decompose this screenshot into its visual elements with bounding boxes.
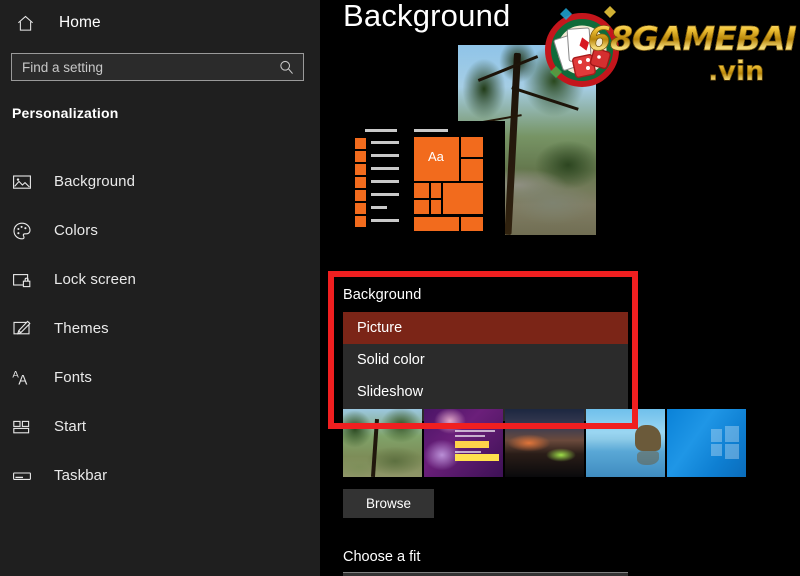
app-square	[355, 164, 366, 175]
search-placeholder: Find a setting	[22, 59, 104, 75]
start-tiles-preview: Aa	[413, 129, 493, 231]
windows-logo-pane	[725, 426, 739, 442]
home-icon	[16, 14, 46, 33]
start-tiles-icon	[12, 417, 42, 437]
sidebar-item-label: Themes	[54, 320, 109, 337]
paintbrush-icon	[12, 319, 42, 339]
sidebar-item-home[interactable]: Home	[10, 6, 210, 40]
sidebar-item-label: Start	[54, 418, 87, 435]
poster-yellow-bar	[455, 454, 499, 461]
windows-logo-pane	[725, 444, 739, 459]
tree-branch	[477, 55, 539, 82]
search-input[interactable]: Find a setting	[11, 53, 304, 81]
list-header-rule	[365, 129, 397, 132]
dropdown-option-solid-color[interactable]: Solid color	[343, 344, 628, 376]
background-group-label: Background	[343, 287, 422, 303]
dropdown-option-picture[interactable]: Picture	[343, 312, 628, 344]
sidebar-item-label: Colors	[54, 222, 98, 239]
browse-button[interactable]: Browse	[343, 489, 434, 518]
sidebar-item-start[interactable]: Start	[0, 402, 320, 451]
windows-logo-pane	[711, 444, 722, 456]
choose-a-fit-dropdown[interactable]	[343, 572, 628, 576]
tile-wide	[414, 217, 459, 231]
poster-text-lines	[455, 425, 499, 456]
taskbar-icon	[12, 466, 42, 486]
app-name-line	[371, 219, 399, 222]
sidebar-item-label: Background	[54, 173, 136, 190]
sidebar-item-background[interactable]: Background	[0, 157, 320, 206]
app-name-line	[371, 167, 399, 170]
windows-logo-pane	[711, 429, 722, 442]
tile-wide	[443, 183, 483, 214]
settings-window: Home Find a setting Personalization Back…	[0, 0, 800, 576]
tile-small	[461, 217, 483, 231]
tile-small	[461, 137, 483, 157]
start-menu-preview: Aa	[343, 121, 505, 235]
choose-a-fit-label: Choose a fit	[343, 549, 421, 565]
sidebar-item-taskbar[interactable]: Taskbar	[0, 451, 320, 500]
palette-icon	[12, 221, 42, 241]
thumbnail-purple-poster[interactable]	[424, 409, 503, 477]
thumbnail-nature-tree[interactable]	[343, 409, 422, 477]
sidebar-item-label: Taskbar	[54, 467, 108, 484]
page-title: Background	[343, 0, 511, 33]
tile-small	[414, 200, 429, 214]
app-square	[355, 138, 366, 149]
home-label: Home	[59, 14, 101, 31]
thumbnail-windows-logo[interactable]	[667, 409, 746, 477]
settings-main-panel: Background Aa Background Picture Solid c…	[320, 0, 800, 576]
app-square	[355, 151, 366, 162]
sidebar-item-label: Fonts	[54, 369, 93, 386]
app-name-line	[371, 206, 387, 209]
settings-sidebar: Home Find a setting Personalization Back…	[0, 0, 320, 576]
app-name-line	[371, 180, 399, 183]
app-square	[355, 190, 366, 201]
tile-small	[414, 183, 429, 198]
app-square	[355, 177, 366, 188]
image-icon	[12, 172, 42, 192]
search-icon[interactable]	[273, 59, 303, 76]
background-type-dropdown[interactable]: Picture Solid color Slideshow	[343, 312, 628, 421]
sidebar-item-fonts[interactable]: A A Fonts	[0, 353, 320, 402]
app-name-line	[371, 193, 399, 196]
tile-small	[461, 159, 483, 181]
sidebar-item-colors[interactable]: Colors	[0, 206, 320, 255]
app-square	[355, 203, 366, 214]
app-name-line	[371, 141, 399, 144]
app-square	[355, 216, 366, 227]
recent-images-list	[343, 409, 746, 477]
thumbnail-blue-seascape[interactable]	[586, 409, 665, 477]
tile-small	[431, 200, 441, 214]
sidebar-item-themes[interactable]: Themes	[0, 304, 320, 353]
background-preview: Aa	[343, 45, 596, 235]
tile-large: Aa	[414, 137, 459, 181]
tile-letters: Aa	[428, 149, 444, 164]
dropdown-option-slideshow[interactable]: Slideshow	[343, 376, 628, 408]
sea-reflection	[637, 451, 659, 465]
sidebar-section-title: Personalization	[12, 105, 119, 121]
tree-trunk	[504, 52, 521, 235]
svg-text:A: A	[18, 372, 27, 387]
tile-small	[431, 183, 441, 198]
start-app-list-preview	[355, 129, 401, 229]
sidebar-item-lock-screen[interactable]: Lock screen	[0, 255, 320, 304]
sea-rock	[635, 425, 661, 451]
thumbnail-night-tent[interactable]	[505, 409, 584, 477]
lock-screen-icon	[12, 270, 42, 290]
sidebar-item-label: Lock screen	[54, 271, 136, 288]
tree-branch	[511, 86, 579, 111]
thumb-tree-trunk	[370, 418, 380, 477]
sidebar-nav-list: Background Colors Lock screen Themes A A…	[0, 157, 320, 500]
app-name-line	[371, 154, 399, 157]
font-aa-icon: A A	[12, 368, 42, 388]
tiles-header-rule	[414, 129, 448, 132]
